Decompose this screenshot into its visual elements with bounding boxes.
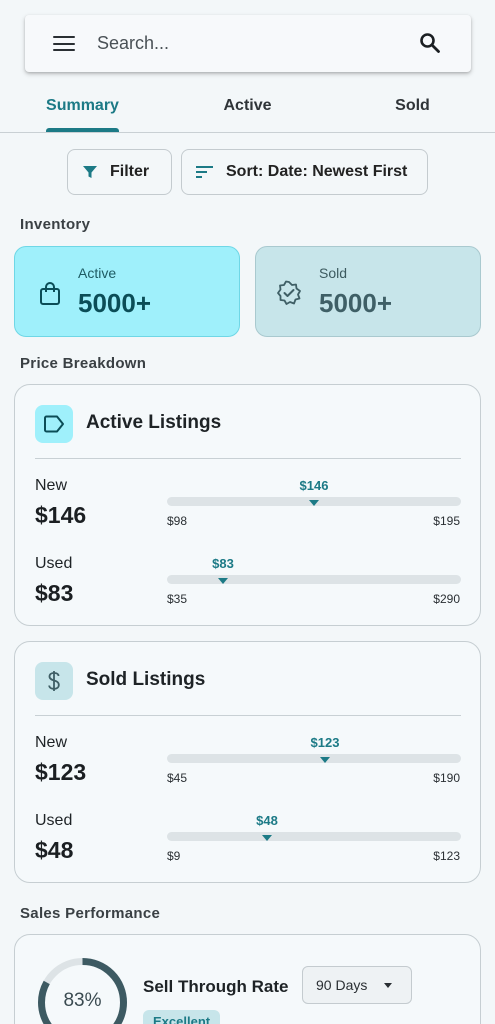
menu-icon[interactable] [53,36,75,52]
sold-used-marker [262,835,272,841]
sold-used-range-track [167,832,461,841]
sell-through-rating-badge: Excellent [143,1010,221,1024]
active-used-price: $83 [35,580,74,606]
inventory-sold-value: 5000+ [319,288,393,318]
active-listings-title: Active Listings [86,412,222,433]
sold-new-marker-label: $123 [310,735,340,750]
tag-icon [44,415,64,433]
active-used-max: $290 [433,592,460,606]
verified-badge-icon [277,280,301,305]
inventory-active-value: 5000+ [78,288,152,318]
sort-label: Sort: Date: Newest First [226,163,408,180]
active-new-marker-label: $146 [299,478,329,493]
sold-new-min: $45 [167,771,188,785]
active-used-marker [218,578,228,584]
search-bar [25,15,471,72]
divider [35,715,461,716]
sold-used-label: Used [35,812,73,829]
page: Summary Active Sold Filter Sort: Date: N… [0,0,495,1024]
tab-summary[interactable]: Summary [36,80,129,132]
sort-icon [196,166,213,178]
tab-active[interactable]: Active [200,80,295,132]
sold-new-price: $123 [35,759,87,785]
filter-icon [83,166,97,178]
sold-listings-title: Sold Listings [86,669,206,690]
sold-new-marker [320,757,330,763]
sold-new-label: New [35,734,68,751]
sold-used-marker-label: $48 [256,813,278,828]
tab-indicator [46,128,119,132]
sort-button[interactable]: Sort: Date: Newest First [181,149,428,195]
sold-used-max: $123 [433,849,460,863]
active-new-min: $98 [167,514,188,528]
sold-new-max: $190 [433,771,460,785]
sell-through-card: 83% Sell Through Rate 90 Days Excellent [14,934,481,1024]
tab-bar: Summary Active Sold [0,80,495,133]
active-new-marker [309,500,319,506]
active-used-range-track [167,575,461,584]
active-new-label: New [35,477,68,494]
dollar-icon [48,671,60,691]
inventory-active-label: Active [78,265,117,281]
sold-used-price: $48 [35,837,74,863]
inventory-active-card[interactable]: Active 5000+ [14,246,240,337]
inventory-sold-card[interactable]: Sold 5000+ [255,246,481,337]
active-listings-card: Active Listings New $146 $146 $98 $195 U… [14,384,481,626]
sold-new-range-track [167,754,461,763]
active-new-price: $146 [35,502,87,528]
sell-through-percent: 83% [63,990,102,1011]
active-used-marker-label: $83 [212,556,234,571]
sell-through-title: Sell Through Rate [143,977,289,996]
period-select-value: 90 Days [316,977,368,993]
filter-label: Filter [110,163,150,180]
active-new-max: $195 [433,514,460,528]
search-icon[interactable] [418,31,442,55]
active-used-min: $35 [167,592,188,606]
inventory-sold-label: Sold [319,265,348,281]
sold-used-min: $9 [167,849,181,863]
price-breakdown-section-label: Price Breakdown [20,355,147,372]
inventory-section-label: Inventory [20,216,91,233]
tab-sold[interactable]: Sold [370,80,455,132]
active-listings-icon-box [35,405,73,443]
search-input[interactable] [97,29,397,57]
sales-performance-section-label: Sales Performance [20,905,161,922]
sold-listings-card: Sold Listings New $123 $123 $45 $190 Use… [14,641,481,883]
divider [35,458,461,459]
period-select[interactable]: 90 Days [302,966,412,1004]
active-used-label: Used [35,555,73,572]
caret-down-icon [384,983,392,988]
filter-button[interactable]: Filter [67,149,172,195]
sold-listings-icon-box [35,662,73,700]
shopping-bag-icon [40,282,60,305]
